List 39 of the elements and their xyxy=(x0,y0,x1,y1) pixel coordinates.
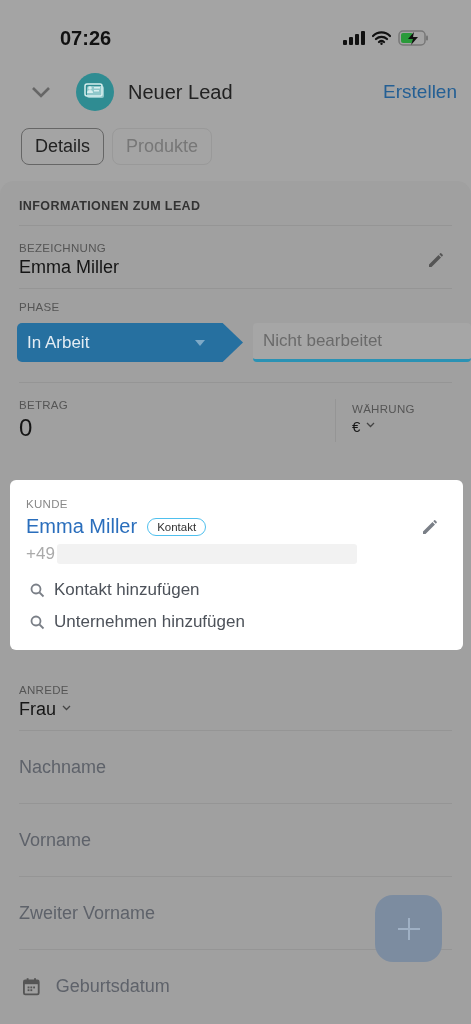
field-label: KUNDE xyxy=(26,498,69,510)
field-label: WÄHRUNG xyxy=(352,403,416,415)
calendar-icon xyxy=(23,976,40,996)
wifi-icon xyxy=(372,31,391,45)
field-label: BEZEICHNUNG xyxy=(19,242,107,254)
action-label: Kontakt hinzufügen xyxy=(54,580,200,600)
search-action[interactable]: Unternehmen hinzufügen xyxy=(26,612,447,632)
edit-icon[interactable] xyxy=(427,251,445,269)
battery-icon xyxy=(398,30,430,46)
action-label: Unternehmen hinzufügen xyxy=(54,612,245,632)
field-label: BETRAG xyxy=(19,399,70,411)
input-field[interactable]: Zweiter Vorname xyxy=(19,902,452,924)
screen-title: Neuer Lead xyxy=(128,80,234,104)
field-label: PHASE xyxy=(19,301,61,313)
search-icon xyxy=(30,582,45,598)
edit-icon[interactable] xyxy=(421,517,439,536)
field-label: ANREDE xyxy=(19,684,70,696)
collapse-chevron-icon[interactable] xyxy=(31,86,51,98)
tab[interactable]: Details xyxy=(21,128,105,165)
lead-card-icon xyxy=(76,73,114,111)
search-icon xyxy=(30,614,45,630)
status-time: 07:26 xyxy=(60,26,112,50)
input-field[interactable]: Nachname xyxy=(19,756,452,778)
section-title: INFORMATIONEN ZUM LEAD xyxy=(19,189,452,226)
salutation-value[interactable]: Frau xyxy=(19,699,56,720)
customer-name[interactable]: Emma Miller xyxy=(26,515,138,538)
signal-icon xyxy=(343,31,365,45)
input-field[interactable]: Vorname xyxy=(19,829,452,851)
phase-stage[interactable]: In Arbeit xyxy=(17,323,243,362)
search-action[interactable]: Kontakt hinzufügen xyxy=(26,580,447,600)
field-value: Emma Miller xyxy=(19,257,120,278)
date-field[interactable]: Geburtsdatum xyxy=(55,975,452,997)
chevron-down-icon xyxy=(62,705,71,711)
field-value: 0 xyxy=(19,414,34,442)
phone-number: +49 xyxy=(26,544,55,564)
plus-icon xyxy=(397,917,420,940)
currency-value[interactable]: € xyxy=(352,418,361,435)
chevron-down-icon xyxy=(366,422,376,428)
dropdown-caret-icon xyxy=(195,340,205,346)
